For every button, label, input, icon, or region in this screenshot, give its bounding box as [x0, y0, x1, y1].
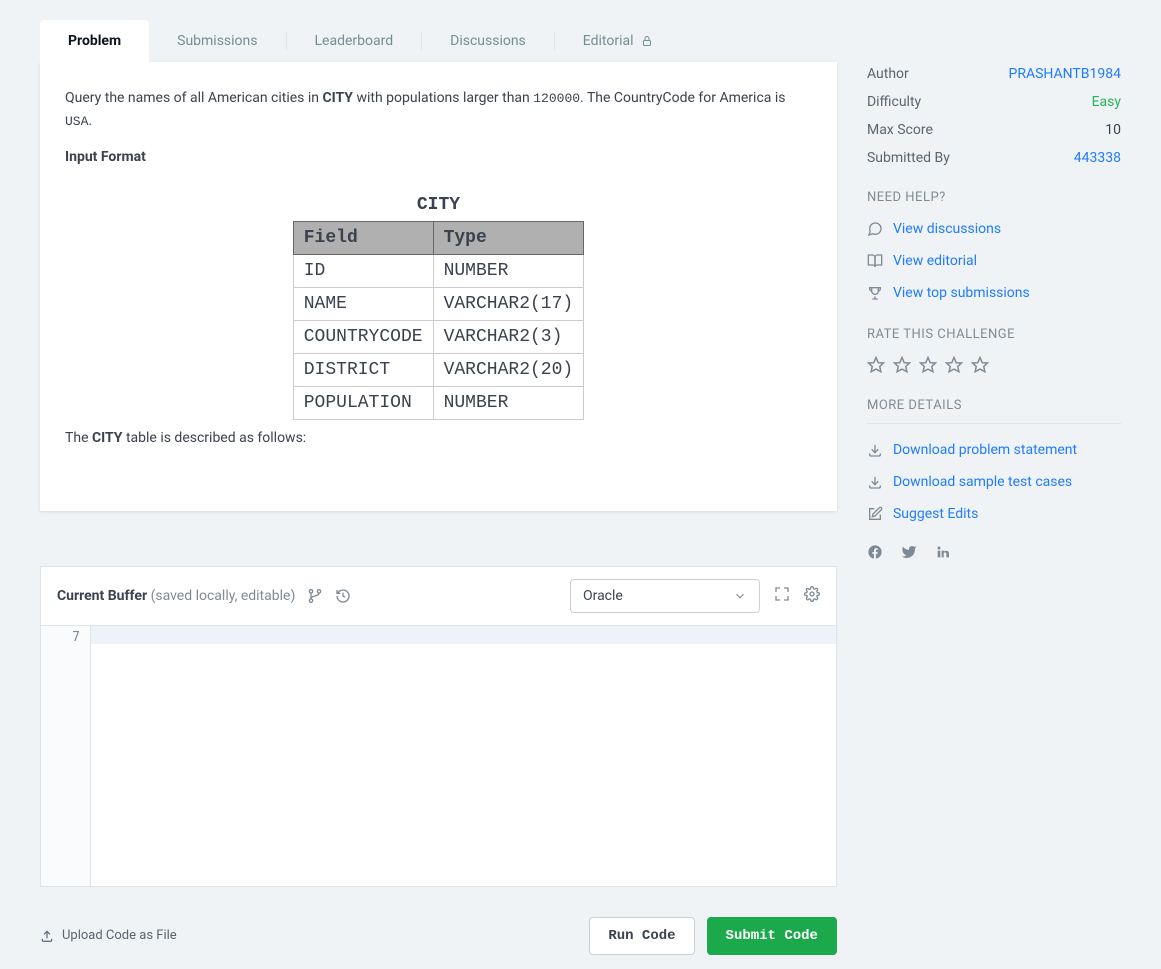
- editor-body[interactable]: 7: [41, 626, 836, 886]
- rate-heading: RATE THIS CHALLENGE: [867, 327, 1121, 342]
- branch-icon[interactable]: [307, 588, 323, 604]
- download-icon: [867, 442, 883, 458]
- table-description: The CITY table is described as follows:: [65, 430, 812, 446]
- fullscreen-icon[interactable]: [774, 586, 790, 606]
- trophy-icon: [867, 285, 883, 301]
- rating-stars: [867, 350, 1121, 380]
- star-4[interactable]: [945, 356, 963, 374]
- tab-discussions[interactable]: Discussions: [422, 20, 554, 62]
- edit-icon: [867, 506, 883, 522]
- max-score-value: 10: [1105, 122, 1121, 138]
- difficulty-value: Easy: [1092, 94, 1121, 110]
- info-max-score: Max Score 10: [867, 116, 1121, 144]
- star-1[interactable]: [867, 356, 885, 374]
- tab-submissions[interactable]: Submissions: [149, 20, 285, 62]
- info-difficulty: Difficulty Easy: [867, 88, 1121, 116]
- line-gutter: 7: [41, 626, 91, 886]
- download-icon: [867, 474, 883, 490]
- history-icon[interactable]: [335, 588, 351, 604]
- info-submitted-by: Submitted By 443338: [867, 144, 1121, 172]
- chevron-down-icon: [733, 589, 747, 603]
- schema-diagram: CITY Field Type IDNUMBER NAMEVARCHAR2(17…: [65, 195, 812, 420]
- buffer-label: Current Buffer (saved locally, editable): [57, 588, 295, 604]
- download-problem-link[interactable]: Download problem statement: [867, 434, 1121, 466]
- tab-problem[interactable]: Problem: [40, 20, 149, 62]
- language-value: Oracle: [583, 588, 623, 604]
- view-editorial-link[interactable]: View editorial: [867, 245, 1121, 277]
- tab-leaderboard[interactable]: Leaderboard: [287, 20, 422, 62]
- gear-icon[interactable]: [804, 586, 820, 606]
- code-editor: Current Buffer (saved locally, editable)…: [40, 566, 837, 887]
- schema-title: CITY: [65, 195, 812, 215]
- problem-panel: Query the names of all American cities i…: [40, 62, 837, 511]
- submitted-by-link[interactable]: 443338: [1074, 150, 1121, 166]
- tabs-bar: Problem Submissions Leaderboard Discussi…: [40, 20, 837, 62]
- book-icon: [867, 253, 883, 269]
- tab-editorial[interactable]: Editorial: [555, 20, 681, 62]
- info-author: Author PRASHANTB1984: [867, 60, 1121, 88]
- twitter-icon[interactable]: [901, 544, 917, 560]
- star-2[interactable]: [893, 356, 911, 374]
- submit-code-button[interactable]: Submit Code: [707, 917, 837, 955]
- upload-label: Upload Code as File: [62, 928, 177, 943]
- problem-statement: Query the names of all American cities i…: [65, 87, 812, 133]
- tab-editorial-label: Editorial: [583, 33, 634, 49]
- chat-icon: [867, 221, 883, 237]
- code-area[interactable]: [91, 626, 836, 886]
- suggest-edits-link[interactable]: Suggest Edits: [867, 498, 1121, 530]
- author-link[interactable]: PRASHANTB1984: [1009, 66, 1122, 82]
- star-3[interactable]: [919, 356, 937, 374]
- linkedin-icon[interactable]: [935, 544, 951, 560]
- run-code-button[interactable]: Run Code: [589, 917, 694, 955]
- view-discussions-link[interactable]: View discussions: [867, 213, 1121, 245]
- star-5[interactable]: [971, 356, 989, 374]
- facebook-icon[interactable]: [867, 544, 883, 560]
- need-help-heading: NEED HELP?: [867, 190, 1121, 205]
- lock-icon: [641, 35, 653, 47]
- more-details-heading: MORE DETAILS: [867, 398, 1121, 413]
- upload-code-link[interactable]: Upload Code as File: [40, 928, 177, 943]
- view-top-submissions-link[interactable]: View top submissions: [867, 277, 1121, 309]
- download-tests-link[interactable]: Download sample test cases: [867, 466, 1121, 498]
- language-select[interactable]: Oracle: [570, 579, 760, 613]
- input-format-heading: Input Format: [65, 149, 812, 165]
- current-line: [91, 626, 836, 644]
- schema-table: Field Type IDNUMBER NAMEVARCHAR2(17) COU…: [293, 221, 584, 420]
- upload-icon: [40, 929, 54, 943]
